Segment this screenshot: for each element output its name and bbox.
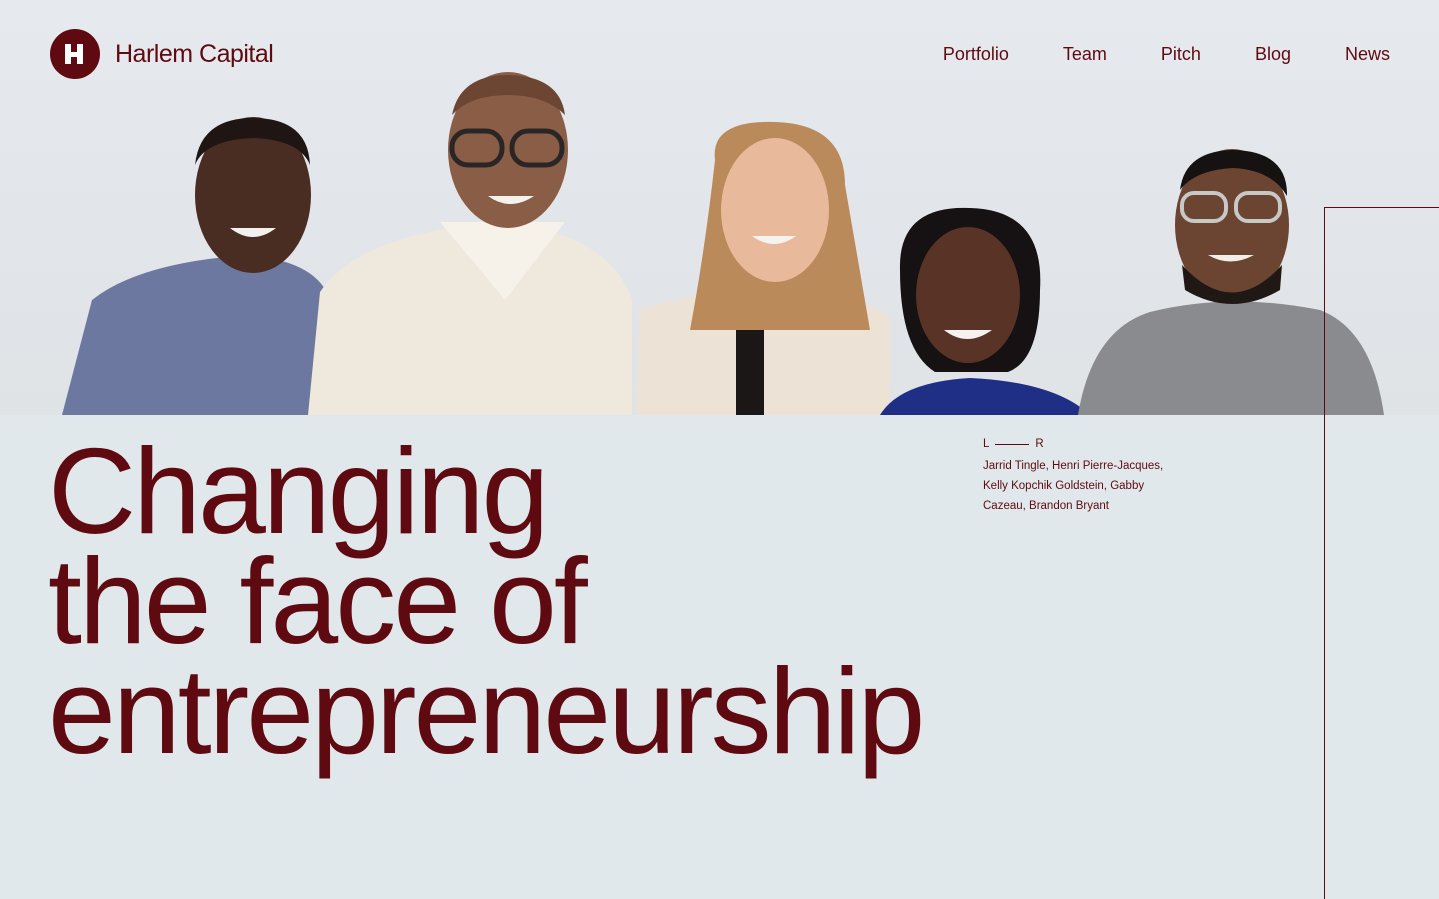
person-4 [880, 207, 1090, 415]
nav-portfolio[interactable]: Portfolio [943, 44, 1009, 65]
main-nav: Portfolio Team Pitch Blog News [943, 44, 1390, 65]
person-2 [308, 72, 632, 415]
nav-news[interactable]: News [1345, 44, 1390, 65]
hero-headline: Changing the face of entrepreneurship [48, 423, 925, 779]
caption-left-label: L [983, 438, 990, 450]
nav-pitch[interactable]: Pitch [1161, 44, 1201, 65]
brand-logo[interactable]: Harlem Capital [50, 29, 274, 79]
nav-blog[interactable]: Blog [1255, 44, 1291, 65]
decorative-frame-line-top [1324, 207, 1439, 208]
person-5 [1078, 149, 1384, 415]
person-3 [636, 121, 890, 415]
nav-team[interactable]: Team [1063, 44, 1107, 65]
caption-right-label: R [1035, 438, 1044, 450]
caption-names: Jarrid Tingle, Henri Pierre-Jacques, Kel… [983, 460, 1164, 512]
person-1 [62, 117, 330, 415]
left-right-indicator: L R [983, 438, 1183, 450]
caption-divider-line [995, 443, 1030, 445]
headline-line-1: Changing [48, 423, 549, 559]
decorative-frame-line [1324, 207, 1325, 899]
photo-caption: L R Jarrid Tingle, Henri Pierre-Jacques,… [983, 438, 1183, 516]
brand-name: Harlem Capital [115, 39, 274, 68]
h-monogram-logo-icon [50, 29, 100, 79]
headline-line-3: entrepreneurship [48, 643, 925, 779]
headline-line-2: the face of [48, 533, 588, 669]
